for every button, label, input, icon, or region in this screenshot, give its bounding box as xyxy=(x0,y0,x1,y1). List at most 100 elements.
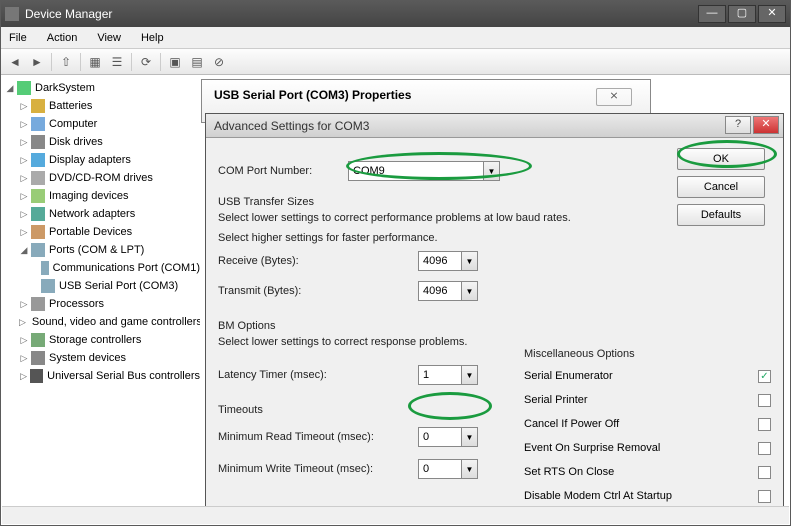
statusbar xyxy=(2,506,789,524)
serial-printer-checkbox[interactable] xyxy=(758,394,771,407)
receive-combo[interactable]: 4096 ▼ xyxy=(418,251,478,271)
chevron-down-icon: ▼ xyxy=(461,460,477,478)
expand-icon[interactable]: ▷ xyxy=(19,371,28,381)
com-port-value: COM9 xyxy=(353,165,385,177)
tree-item[interactable]: Universal Serial Bus controllers xyxy=(47,370,200,382)
usb-icon xyxy=(30,369,43,383)
app-icon xyxy=(5,7,19,21)
tree-item[interactable]: Imaging devices xyxy=(49,190,129,202)
menu-file[interactable]: File xyxy=(5,30,31,46)
titlebar: Device Manager — ▢ ✕ xyxy=(1,1,790,27)
tree-item[interactable]: Batteries xyxy=(49,100,92,112)
latency-label: Latency Timer (msec): xyxy=(218,369,418,381)
port-icon xyxy=(41,261,49,275)
latency-combo[interactable]: 1 ▼ xyxy=(418,365,478,385)
help-button[interactable]: ? xyxy=(725,116,751,134)
tree-item[interactable]: Computer xyxy=(49,118,97,130)
forward-icon[interactable]: ► xyxy=(27,52,47,72)
bm-section-label: BM Options xyxy=(218,320,771,332)
chevron-down-icon: ▼ xyxy=(461,252,477,270)
device-tree[interactable]: ◢ DarkSystem ▷ Batteries ▷ Computer ▷ Disk d… xyxy=(5,79,200,503)
tree-item[interactable]: Communications Port (COM1) xyxy=(53,262,200,274)
portable-icon xyxy=(31,225,45,239)
properties-title: USB Serial Port (COM3) Properties xyxy=(202,80,650,110)
window-title: Device Manager xyxy=(25,7,696,21)
tree-item[interactable]: Network adapters xyxy=(49,208,135,220)
port-icon xyxy=(41,279,55,293)
serial-enum-checkbox[interactable]: ✓ xyxy=(758,370,771,383)
expand-icon[interactable]: ▷ xyxy=(19,137,29,147)
advanced-title: Advanced Settings for COM3 xyxy=(214,119,369,133)
expand-icon[interactable]: ▷ xyxy=(19,155,29,165)
expand-icon[interactable]: ▷ xyxy=(19,335,29,345)
event-surprise-checkbox[interactable] xyxy=(758,442,771,455)
tree-item[interactable]: Sound, video and game controllers xyxy=(32,316,200,328)
tree-root[interactable]: DarkSystem xyxy=(35,82,95,94)
disable-icon[interactable]: ⊘ xyxy=(209,52,229,72)
properties-close-button[interactable]: ⨯ xyxy=(596,88,632,106)
tree-item[interactable]: Display adapters xyxy=(49,154,131,166)
set-rts-label: Set RTS On Close xyxy=(524,466,614,478)
usb-hint2: Select higher settings for faster perfor… xyxy=(218,232,771,244)
menu-help[interactable]: Help xyxy=(137,30,168,46)
tree-item[interactable]: Portable Devices xyxy=(49,226,132,238)
update-driver-icon[interactable]: ▣ xyxy=(165,52,185,72)
event-surprise-label: Event On Surprise Removal xyxy=(524,442,660,454)
min-write-value: 0 xyxy=(423,463,429,475)
cancel-poweroff-checkbox[interactable] xyxy=(758,418,771,431)
expand-icon[interactable]: ▷ xyxy=(19,191,29,201)
properties-icon[interactable]: ☰ xyxy=(107,52,127,72)
chevron-down-icon: ▼ xyxy=(461,428,477,446)
set-rts-checkbox[interactable] xyxy=(758,466,771,479)
tree-item[interactable]: Processors xyxy=(49,298,104,310)
show-hidden-icon[interactable]: ▦ xyxy=(85,52,105,72)
up-icon[interactable]: ⇧ xyxy=(56,52,76,72)
ok-button[interactable]: OK xyxy=(677,148,765,170)
expand-icon[interactable]: ▷ xyxy=(19,119,29,129)
ports-icon xyxy=(31,243,45,257)
menu-view[interactable]: View xyxy=(93,30,125,46)
computer-icon xyxy=(17,81,31,95)
min-read-label: Minimum Read Timeout (msec): xyxy=(218,431,418,443)
maximize-button[interactable]: ▢ xyxy=(728,5,756,23)
transmit-combo[interactable]: 4096 ▼ xyxy=(418,281,478,301)
expand-icon[interactable]: ▷ xyxy=(19,173,29,183)
tree-item[interactable]: Disk drives xyxy=(49,136,103,148)
tree-item[interactable]: Storage controllers xyxy=(49,334,141,346)
com-port-label: COM Port Number: xyxy=(218,165,348,177)
dialog-close-button[interactable]: ✕ xyxy=(753,116,779,134)
tree-item[interactable]: Ports (COM & LPT) xyxy=(49,244,144,256)
tree-item[interactable]: DVD/CD-ROM drives xyxy=(49,172,153,184)
expand-icon[interactable]: ▷ xyxy=(19,101,29,111)
cancel-poweroff-label: Cancel If Power Off xyxy=(524,418,619,430)
expand-icon[interactable]: ▷ xyxy=(19,227,29,237)
expand-icon[interactable]: ▷ xyxy=(19,353,29,363)
disable-modem-checkbox[interactable] xyxy=(758,490,771,503)
collapse-icon[interactable]: ◢ xyxy=(19,245,29,255)
receive-value: 4096 xyxy=(423,255,447,267)
min-read-combo[interactable]: 0 ▼ xyxy=(418,427,478,447)
collapse-icon[interactable]: ◢ xyxy=(5,83,15,93)
scan-icon[interactable]: ⟳ xyxy=(136,52,156,72)
tree-item[interactable]: System devices xyxy=(49,352,126,364)
back-icon[interactable]: ◄ xyxy=(5,52,25,72)
min-write-label: Minimum Write Timeout (msec): xyxy=(218,463,418,475)
imaging-icon xyxy=(31,189,45,203)
cancel-button[interactable]: Cancel xyxy=(677,176,765,198)
menubar: File Action View Help xyxy=(1,27,790,49)
expand-icon[interactable]: ▷ xyxy=(19,299,29,309)
defaults-button[interactable]: Defaults xyxy=(677,204,765,226)
min-write-combo[interactable]: 0 ▼ xyxy=(418,459,478,479)
uninstall-icon[interactable]: ▤ xyxy=(187,52,207,72)
cpu-icon xyxy=(31,297,45,311)
chevron-down-icon: ▼ xyxy=(461,366,477,384)
menu-action[interactable]: Action xyxy=(43,30,82,46)
minimize-button[interactable]: — xyxy=(698,5,726,23)
com-port-combo[interactable]: COM9 ▼ xyxy=(348,161,500,181)
close-button[interactable]: ✕ xyxy=(758,5,786,23)
expand-icon[interactable]: ▷ xyxy=(19,317,26,327)
chevron-down-icon: ▼ xyxy=(483,162,499,180)
battery-icon xyxy=(31,99,45,113)
tree-item[interactable]: USB Serial Port (COM3) xyxy=(59,280,178,292)
expand-icon[interactable]: ▷ xyxy=(19,209,29,219)
